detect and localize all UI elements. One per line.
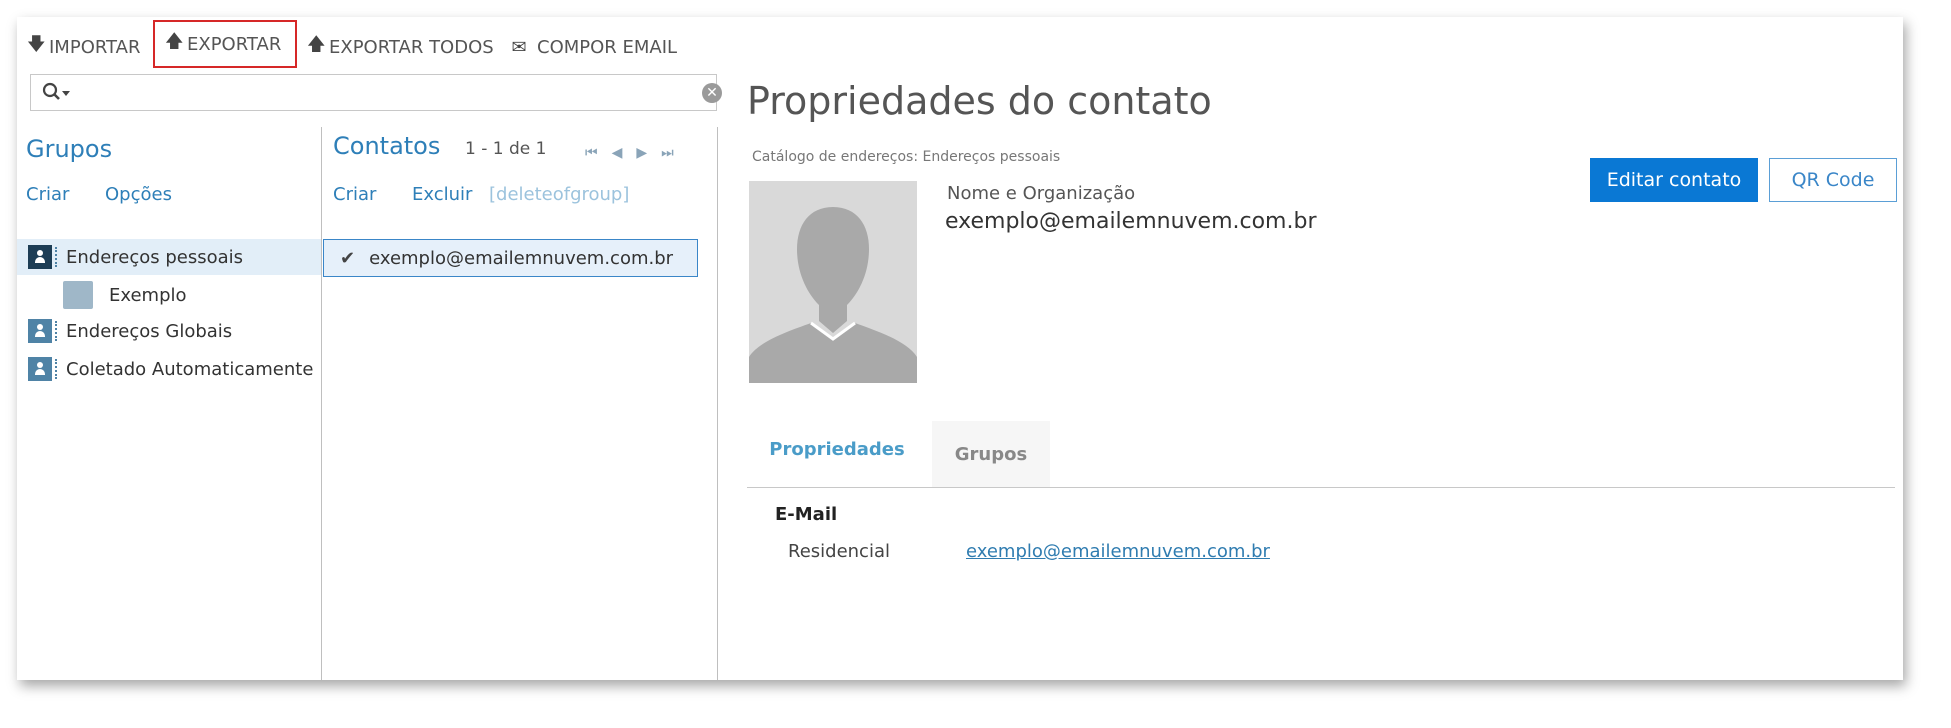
- group-item-personal[interactable]: Endereços pessoais: [17, 239, 321, 275]
- email-type-label: Residencial: [788, 541, 890, 562]
- address-book-icon: [28, 319, 57, 343]
- arrow-up-icon: 🡅: [307, 34, 326, 55]
- export-all-label: EXPORTAR TODOS: [329, 36, 494, 58]
- envelope-icon: ✉: [511, 36, 527, 58]
- import-label: IMPORTAR: [49, 36, 141, 58]
- catalog-label: Catálogo de endereços: Endereços pessoai…: [752, 149, 1061, 165]
- create-contact-link[interactable]: Criar: [333, 184, 376, 205]
- groups-divider: [321, 127, 322, 680]
- contact-photo: [749, 181, 917, 383]
- previous-page-icon[interactable]: ◀: [612, 145, 623, 161]
- contact-list-item[interactable]: ✔ exemplo@emailemnuvem.com.br: [323, 239, 698, 277]
- email-section-title: E-Mail: [775, 504, 838, 525]
- arrow-down-icon: 🡇: [27, 34, 46, 55]
- page-title: Propriedades do contato: [747, 79, 1212, 123]
- group-people-icon: [63, 281, 93, 309]
- delete-of-group-link[interactable]: [deleteofgroup]: [489, 184, 629, 205]
- tab-groups[interactable]: Grupos: [932, 421, 1050, 487]
- email-link[interactable]: exemplo@emailemnuvem.com.br: [966, 541, 1270, 562]
- edit-contact-button[interactable]: Editar contato: [1590, 158, 1758, 202]
- toolbar: 🡇 IMPORTAR 🡅 EXPORTAR 🡅 EXPORTAR TODOS ✉…: [17, 17, 717, 75]
- delete-contact-link[interactable]: Excluir: [412, 184, 472, 205]
- search-icon[interactable]: [41, 81, 73, 105]
- group-options-link[interactable]: Opções: [105, 184, 172, 205]
- group-label: Exemplo: [109, 284, 187, 306]
- group-label: Endereços pessoais: [66, 246, 244, 268]
- contacts-divider: [717, 127, 718, 680]
- group-item-collected[interactable]: Coletado Automaticamente: [17, 351, 321, 387]
- address-book-icon: [28, 357, 57, 381]
- groups-title: Grupos: [26, 135, 113, 163]
- search-input[interactable]: [75, 79, 679, 107]
- export-button[interactable]: 🡅 EXPORTAR: [153, 20, 298, 68]
- first-page-icon[interactable]: ⏮: [585, 145, 598, 161]
- group-item-example[interactable]: Exemplo: [17, 277, 321, 313]
- create-group-link[interactable]: Criar: [26, 184, 69, 205]
- address-book-window: 🡇 IMPORTAR 🡅 EXPORTAR 🡅 EXPORTAR TODOS ✉…: [17, 17, 1903, 680]
- name-org-label: Nome e Organização: [947, 183, 1136, 204]
- group-label: Coletado Automaticamente: [66, 358, 314, 380]
- compose-email-button[interactable]: ✉ COMPOR EMAIL: [509, 27, 677, 67]
- qr-code-button[interactable]: QR Code: [1769, 158, 1897, 202]
- group-item-global[interactable]: Endereços Globais: [17, 313, 321, 349]
- tab-divider: [747, 487, 1895, 488]
- contacts-title: Contatos: [333, 132, 441, 160]
- search-box: ✕: [30, 74, 722, 111]
- contact-name: exemplo@emailemnuvem.com.br: [945, 209, 1317, 234]
- address-book-icon: [28, 245, 57, 269]
- checkmark-icon: ✔: [340, 247, 356, 269]
- clear-search-icon[interactable]: ✕: [702, 83, 722, 103]
- last-page-icon[interactable]: ⏭: [661, 145, 674, 161]
- arrow-up-icon: 🡅: [165, 31, 184, 52]
- avatar-placeholder-icon: [749, 181, 917, 383]
- compose-email-label: COMPOR EMAIL: [537, 36, 678, 58]
- import-button[interactable]: 🡇 IMPORTAR: [27, 27, 140, 67]
- export-all-button[interactable]: 🡅 EXPORTAR TODOS: [307, 27, 494, 67]
- pagination: ⏮ ◀ ▶ ⏭: [585, 145, 674, 161]
- contact-email: exemplo@emailemnuvem.com.br: [369, 247, 674, 269]
- export-label: EXPORTAR: [187, 33, 282, 55]
- tab-properties[interactable]: Propriedades: [757, 417, 917, 481]
- next-page-icon[interactable]: ▶: [636, 145, 647, 161]
- group-label: Endereços Globais: [66, 320, 233, 342]
- contacts-count: 1 - 1 de 1: [465, 139, 547, 159]
